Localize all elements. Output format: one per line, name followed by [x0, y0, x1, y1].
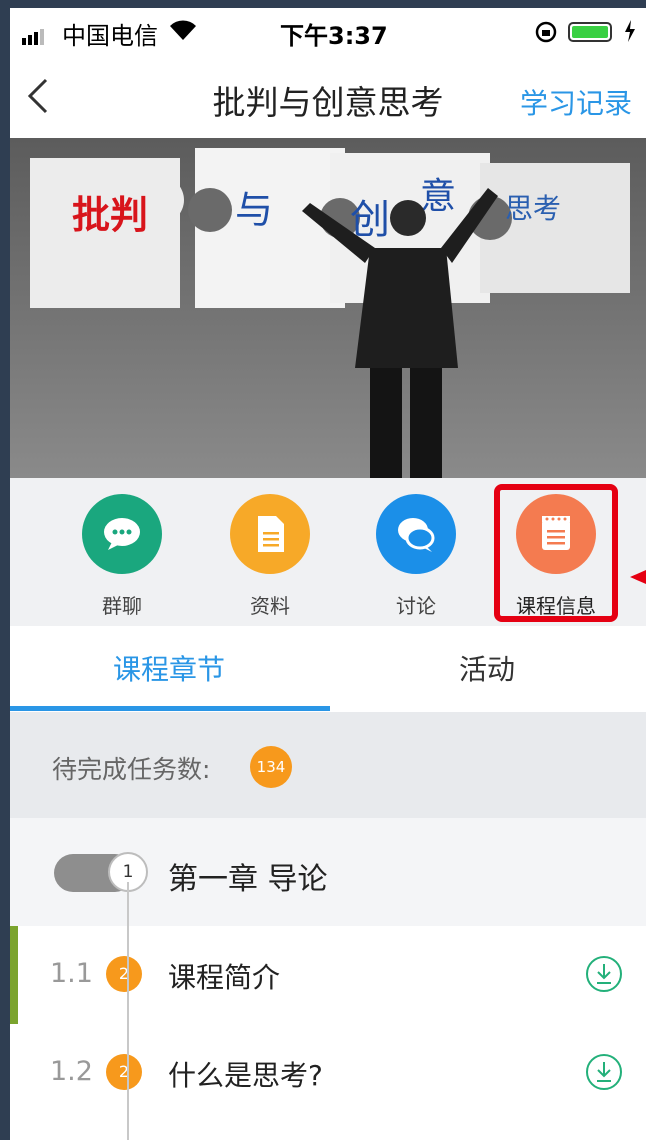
banner-text-yi: 意	[420, 175, 456, 216]
current-section-accent	[10, 926, 18, 1024]
discussion-button[interactable]: 讨论	[356, 494, 476, 619]
chapter-title: 第一章 导论	[168, 862, 328, 897]
rotation-lock-icon	[535, 21, 557, 43]
course-banner: 批判 与 创 意 思考	[10, 138, 646, 478]
section-task-badge: 2	[106, 956, 142, 992]
pending-tasks-bar: 待完成任务数: 134	[10, 712, 646, 819]
section-row[interactable]: 1.1 2 课程简介	[10, 926, 646, 1025]
study-record-link[interactable]: 学习记录	[520, 82, 632, 122]
section-row[interactable]	[10, 1122, 646, 1140]
tab-active-indicator	[10, 706, 330, 711]
section-title: 什么是思考?	[168, 1059, 323, 1092]
materials-label: 资料	[250, 594, 290, 618]
section-row[interactable]: 1.2 2 什么是思考?	[10, 1024, 646, 1123]
phone-screen: 中国电信 下午3:37 批判与创意思考 学习记录 批判 与 创 意 思考 群聊 …	[10, 8, 646, 1140]
annotation-arrow	[630, 570, 646, 584]
tab-bar: 课程章节 活动	[10, 626, 646, 712]
download-icon[interactable]	[584, 954, 624, 994]
chapter-row[interactable]: 1 第一章 导论	[10, 818, 646, 927]
section-number: 1.2	[50, 1056, 93, 1087]
nav-bar: 批判与创意思考 学习记录	[10, 54, 646, 139]
banner-text-yu: 与	[235, 190, 273, 232]
timeline-line	[127, 882, 129, 1140]
tab-activities[interactable]: 活动	[328, 648, 646, 688]
wifi-icon	[170, 20, 196, 40]
signal-icon	[22, 26, 46, 45]
carrier-name: 中国电信	[62, 22, 158, 50]
status-time: 下午3:37	[280, 22, 388, 50]
course-info-highlight-box	[494, 484, 618, 622]
download-icon[interactable]	[584, 1052, 624, 1092]
group-chat-button[interactable]: 群聊	[62, 494, 182, 619]
charging-icon	[625, 20, 635, 42]
group-chat-label: 群聊	[102, 594, 142, 618]
section-task-badge: 2	[106, 1054, 142, 1090]
battery-icon	[568, 22, 612, 42]
tab-chapters[interactable]: 课程章节	[10, 648, 328, 688]
status-bar: 中国电信 下午3:37	[10, 8, 646, 54]
chat-bubble-icon	[82, 494, 162, 574]
document-icon	[230, 494, 310, 574]
materials-button[interactable]: 资料	[210, 494, 330, 619]
section-number: 1.1	[50, 958, 93, 989]
discussion-label: 讨论	[396, 594, 436, 618]
section-title: 课程简介	[168, 961, 281, 994]
pending-tasks-label: 待完成任务数:	[52, 755, 211, 784]
banner-image: 批判 与 创 意 思考	[10, 138, 646, 478]
discussion-icon	[376, 494, 456, 574]
banner-text-piping: 批判	[72, 195, 148, 237]
banner-text-sikao: 思考	[505, 193, 561, 224]
pending-tasks-badge: 134	[250, 746, 292, 788]
